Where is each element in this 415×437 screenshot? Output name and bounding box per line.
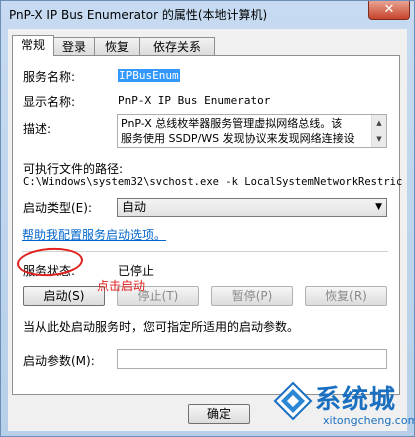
start-params-label: 启动参数(M): xyxy=(23,354,95,368)
exec-path-label: 可执行文件的路径: xyxy=(23,162,124,176)
startup-type-label: 启动类型(E): xyxy=(23,201,92,215)
service-name-value[interactable]: IPBusEnum xyxy=(118,69,180,82)
watermark-brand: 系统城 xyxy=(315,385,397,415)
watermark-url: xitongcheng.com xyxy=(323,414,415,427)
watermark: 系统城 xitongcheng.com xyxy=(273,377,415,435)
window-title: PnP-X IP Bus Enumerator 的属性(本地计算机) xyxy=(9,8,268,22)
help-config-link[interactable]: 帮助我配置服务启动选项。 xyxy=(22,226,166,243)
start-params-input[interactable] xyxy=(117,349,387,369)
tab-dependencies[interactable]: 依存关系 xyxy=(139,37,215,55)
display-name-value[interactable]: PnP-X IP Bus Enumerator xyxy=(118,94,270,107)
tab-recovery[interactable]: 恢复 xyxy=(94,37,140,55)
close-button[interactable]: ✕ xyxy=(368,1,410,20)
startup-type-value: 自动 xyxy=(122,200,147,214)
annotation-text: 点击启动 xyxy=(97,279,146,293)
description-label: 描述: xyxy=(23,122,52,136)
tab-logon[interactable]: 登录 xyxy=(53,37,95,55)
exec-path-value[interactable]: C:\Windows\system32\svchost.exe -k Local… xyxy=(23,176,402,188)
scroll-up-icon[interactable]: ▲ xyxy=(372,115,386,131)
general-panel: 服务名称: IPBusEnum 显示名称: PnP-X IP Bus Enume… xyxy=(12,55,402,395)
startup-type-select[interactable]: 自动 ▼ xyxy=(117,198,387,217)
watermark-logo-icon xyxy=(273,381,313,421)
pause-button[interactable]: 暂停(P) xyxy=(211,286,293,306)
start-button[interactable]: 启动(S) xyxy=(23,286,105,306)
resume-button[interactable]: 恢复(R) xyxy=(305,286,387,306)
ok-button[interactable]: 确定 xyxy=(188,404,250,424)
description-box[interactable]: PnP-X 总线枚举器服务管理虚拟网络总线。该 服务使用 SSDP/WS 发现协… xyxy=(117,114,387,148)
title-bar[interactable]: PnP-X IP Bus Enumerator 的属性(本地计算机) ✕ xyxy=(1,1,414,27)
chevron-down-icon: ▼ xyxy=(375,202,382,212)
description-line-1: PnP-X 总线枚举器服务管理虚拟网络总线。该 xyxy=(121,117,343,130)
start-params-hint: 当从此处启动服务时，您可指定所适用的启动参数。 xyxy=(23,320,300,334)
description-scrollbar[interactable]: ▲ ▼ xyxy=(371,115,386,147)
description-line-2: 服务使用 SSDP/WS 发现协议来发现网络连接设 xyxy=(121,132,355,145)
dialog-client: 常规 登录 恢复 依存关系 服务名称: IPBusEnum 显示名称: PnP-… xyxy=(8,29,407,431)
tab-general[interactable]: 常规 xyxy=(12,35,54,56)
service-name-label: 服务名称: xyxy=(23,70,76,84)
service-name-field: IPBusEnum xyxy=(118,69,180,82)
display-name-label: 显示名称: xyxy=(23,95,76,109)
properties-window: PnP-X IP Bus Enumerator 的属性(本地计算机) ✕ 常规 … xyxy=(0,0,415,437)
scroll-down-icon[interactable]: ▼ xyxy=(372,131,386,147)
